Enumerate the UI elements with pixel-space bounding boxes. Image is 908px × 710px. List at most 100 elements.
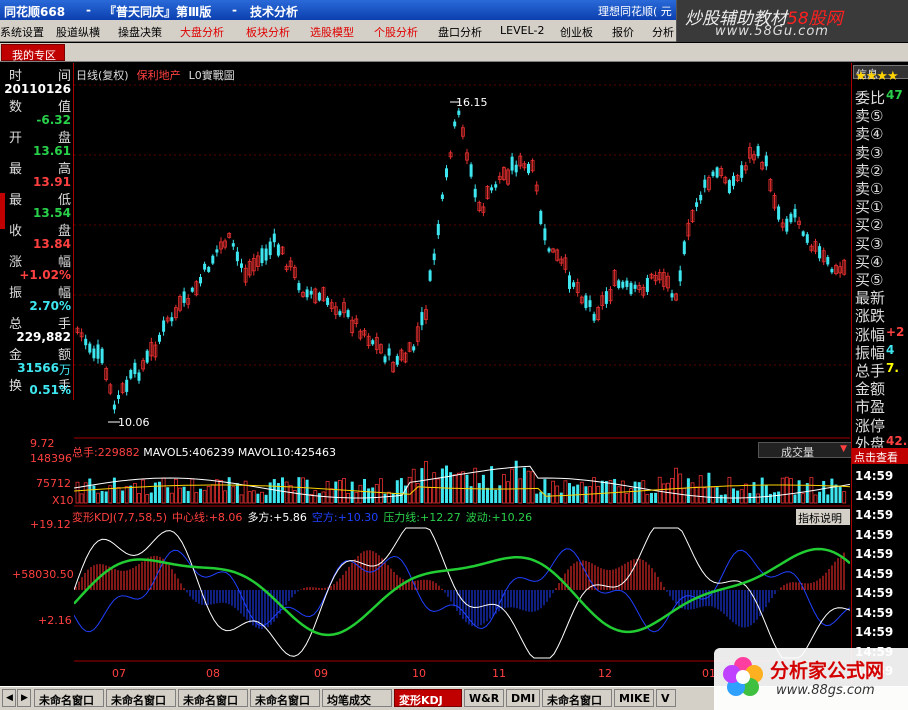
candle-body	[112, 404, 116, 410]
menu-item-trading-decision[interactable]: 操盘决策	[118, 24, 162, 40]
volume-bar	[133, 483, 137, 504]
volume-bar	[272, 479, 276, 503]
candle-body	[453, 121, 457, 127]
order-book-row: 卖①	[855, 178, 883, 198]
menu-bar: 系统设置 股道纵横 操盘决策 大盘分析 板块分析 选股模型 个股分析 盘口分析 …	[0, 20, 676, 42]
chart-area[interactable]: 日线(复权) 保利地产 L0實戰圖 16.15 10.06 总手:229882 MA…	[72, 63, 852, 685]
menu-item-growth-board[interactable]: 创业板	[560, 24, 593, 40]
candle-body	[371, 340, 375, 345]
detail-row-change-pct: 涨幅	[9, 255, 71, 270]
volume-bar	[96, 492, 100, 504]
window-tab[interactable]: 均笔成交	[322, 689, 392, 707]
menu-item-stock-analysis[interactable]: 个股分析	[374, 24, 418, 40]
candle-body	[633, 284, 637, 289]
candle-body	[572, 282, 576, 287]
menu-item-index-analysis[interactable]: 大盘分析	[180, 24, 224, 40]
title-separator: -	[86, 3, 91, 17]
volume-bar	[247, 491, 252, 504]
volume-bar	[629, 488, 633, 504]
volume-bar	[337, 480, 342, 504]
trade-time: 14:59	[855, 508, 894, 522]
menu-item-market-overview[interactable]: 股道纵横	[56, 24, 100, 40]
detail-row-amplitude: 振幅	[9, 286, 71, 301]
x-axis-label: 10	[412, 667, 426, 680]
volume-bar	[797, 480, 801, 503]
kdj-name[interactable]: 変形KDJ(7,7,58,5)	[72, 511, 167, 524]
candle-body	[789, 213, 793, 223]
volume-bar	[227, 477, 231, 503]
detail-value-amount: 31566	[17, 361, 59, 375]
order-book-value: 7.	[886, 361, 899, 375]
order-book-row: 涨跌	[855, 305, 885, 325]
menu-item-analysis[interactable]: 分析	[652, 24, 674, 40]
candle-body	[199, 277, 202, 284]
window-tab[interactable]: 未命名窗口	[106, 689, 176, 707]
order-book-value: 42.	[886, 433, 908, 448]
window-tab[interactable]: 未命名窗口	[34, 689, 104, 707]
volume-bar	[736, 490, 740, 503]
detail-row-volume: 总手	[9, 317, 71, 332]
window-tab[interactable]: DMI	[506, 689, 540, 707]
view-detail-link[interactable]: 点击查看	[852, 448, 908, 464]
volume-bar	[190, 478, 195, 504]
volume-bar	[654, 492, 658, 503]
candle-body	[584, 295, 588, 309]
window-tab[interactable]: 変形KDJ	[394, 689, 462, 707]
volume-bar	[288, 484, 293, 504]
candle-body	[100, 348, 104, 364]
volume-bar	[445, 465, 448, 503]
candle-body	[162, 320, 166, 332]
main-indicator-name[interactable]: L0實戰圖	[189, 69, 235, 82]
volume-bar	[625, 493, 629, 504]
menu-item-quotes[interactable]: 报价	[612, 24, 634, 40]
volume-indicator-select[interactable]: 成交量 ▼	[758, 442, 852, 459]
volume-bar	[329, 488, 334, 504]
candle-body	[145, 350, 149, 363]
volume-bar	[334, 481, 338, 503]
period-label[interactable]: 日线(复权)	[76, 69, 129, 82]
chart-canvas[interactable]	[74, 63, 850, 685]
volume-bar	[149, 492, 153, 503]
tab-scroll-right-icon[interactable]: ▶	[17, 689, 31, 707]
volume-bar	[838, 486, 842, 503]
window-tab[interactable]: 未命名窗口	[178, 689, 248, 707]
menu-item-sector-analysis[interactable]: 板块分析	[246, 24, 290, 40]
volume-bar	[358, 484, 363, 504]
order-book-row: 总手 7.	[855, 360, 899, 380]
volume-bar	[793, 494, 797, 503]
volume-bar	[822, 480, 826, 503]
window-tab[interactable]: V	[656, 689, 676, 707]
kdj-header: 変形KDJ(7,7,58,5) 中心线:+8.06 多方:+5.86 空方:+10.3…	[72, 511, 533, 524]
candle-body	[158, 334, 161, 342]
volume-bar	[100, 490, 104, 503]
window-tab[interactable]: W&R	[464, 689, 504, 707]
menu-item-screening-model[interactable]: 选股模型	[310, 24, 354, 40]
volume-bar	[559, 492, 563, 503]
my-zone-button[interactable]: 我的专区	[1, 44, 65, 62]
candle-body	[317, 292, 321, 301]
order-book-row: 买⑤	[855, 269, 883, 289]
volume-bar	[214, 479, 219, 504]
volume-bar	[530, 471, 535, 504]
volume-bar	[292, 490, 297, 504]
order-book-row: 买②	[855, 214, 883, 234]
candle-body	[473, 188, 477, 198]
candle-body	[88, 343, 92, 353]
window-tab[interactable]: MIKE	[614, 689, 654, 707]
candle-body	[645, 277, 649, 292]
menu-item-order-book[interactable]: 盘口分析	[438, 24, 482, 40]
trade-time: 14:59	[855, 566, 894, 581]
indicator-help-button[interactable]: 指标说明	[796, 509, 850, 525]
detail-value-value: -6.32	[36, 113, 71, 127]
window-tab[interactable]: 未命名窗口	[250, 689, 320, 707]
order-book-row: 卖⑤	[855, 105, 883, 125]
candle-body	[793, 208, 797, 218]
menu-item-settings[interactable]: 系统设置	[0, 24, 44, 40]
window-tab[interactable]: 未命名窗口	[542, 689, 612, 707]
volume-bar	[510, 468, 515, 504]
volume-bar	[707, 472, 711, 503]
tab-scroll-left-icon[interactable]: ◀	[2, 689, 16, 707]
volume-bar	[641, 480, 646, 504]
menu-item-level2[interactable]: LEVEL-2	[500, 24, 544, 37]
stock-name: 保利地产	[136, 69, 181, 82]
